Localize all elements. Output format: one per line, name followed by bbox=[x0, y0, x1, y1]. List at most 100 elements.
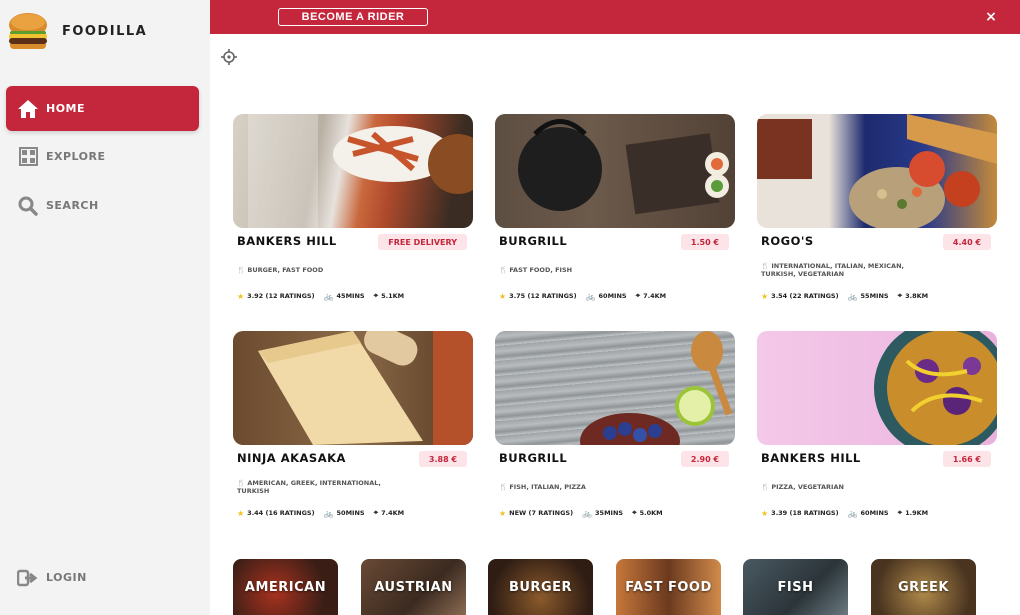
restaurant-card[interactable]: BURGRILL 1.50 € 🍴 FAST FOOD, FISH ★ 3.75 … bbox=[495, 114, 735, 301]
cuisine-tags: 🍴 BURGER, FAST FOOD bbox=[237, 266, 387, 274]
rating-text: 3.44 (16 RATINGS) bbox=[247, 509, 315, 517]
delivery-time: 45MINS bbox=[336, 292, 365, 300]
star-icon: ★ bbox=[499, 291, 507, 301]
card-meta: ★ 3.54 (22 RATINGS) 🚲 55MINS ⌖ 3.8KM bbox=[761, 291, 937, 301]
category-greek[interactable]: GREEK bbox=[871, 559, 976, 615]
sidebar-item-search[interactable]: SEARCH bbox=[6, 183, 199, 228]
brand-name: FOODILLA bbox=[62, 23, 148, 39]
top-banner: BECOME A RIDER × bbox=[210, 0, 1020, 34]
restaurant-name: ROGO'S bbox=[761, 234, 814, 248]
delivery-badge: 4.40 € bbox=[942, 234, 991, 250]
delivery-time: 60MINS bbox=[598, 292, 627, 300]
category-label: AUSTRIAN bbox=[374, 579, 453, 595]
burger-logo-icon bbox=[9, 13, 47, 50]
login-button[interactable]: LOGIN bbox=[6, 555, 199, 600]
sidebar-item-label: SEARCH bbox=[46, 199, 99, 212]
bike-icon: 🚲 bbox=[323, 291, 334, 301]
cuisine-tags-text: FISH, ITALIAN, PIZZA bbox=[509, 483, 586, 491]
distance-text: 5.1KM bbox=[381, 292, 405, 300]
delivery-badge: 1.50 € bbox=[680, 234, 729, 250]
restaurant-card[interactable]: NINJA AKASAKA 3.88 € 🍴 AMERICAN, GREEK, … bbox=[233, 331, 473, 518]
cuisine-tags-text: INTERNATIONAL, ITALIAN, MEXICAN, TURKISH… bbox=[761, 262, 904, 278]
rating-text: 3.54 (22 RATINGS) bbox=[771, 292, 839, 300]
card-meta: ★ 3.44 (16 RATINGS) 🚲 50MINS ⌖ 7.4KM bbox=[237, 508, 413, 518]
distance-icon: ⌖ bbox=[373, 291, 379, 300]
category-fish[interactable]: FISH bbox=[743, 559, 848, 615]
distance-text: 1.9KM bbox=[905, 509, 929, 517]
restaurant-photo bbox=[757, 114, 997, 228]
delivery-badge: FREE DELIVERY bbox=[378, 234, 467, 250]
delivery-time: 50MINS bbox=[336, 509, 365, 517]
star-icon: ★ bbox=[499, 508, 507, 518]
sidebar-item-label: HOME bbox=[46, 102, 86, 115]
bike-icon: 🚲 bbox=[847, 508, 858, 518]
cutlery-icon: 🍴 bbox=[761, 262, 770, 270]
grid-icon bbox=[16, 145, 40, 169]
cuisine-tags: 🍴 PIZZA, VEGETARIAN bbox=[761, 483, 911, 491]
rating-text: NEW (7 RATINGS) bbox=[509, 509, 574, 517]
brand-logo[interactable]: FOODILLA bbox=[6, 10, 147, 52]
app-root: FOODILLA HOME EXPLORE SEARCH LOGIN BECOM… bbox=[0, 0, 1020, 615]
category-label: FISH bbox=[777, 579, 814, 595]
sidebar-item-home[interactable]: HOME bbox=[6, 86, 199, 131]
card-meta: ★ NEW (7 RATINGS) 🚲 35MINS ⌖ 5.0KM bbox=[499, 508, 672, 518]
rating-text: 3.75 (12 RATINGS) bbox=[509, 292, 577, 300]
restaurant-name: NINJA AKASAKA bbox=[237, 451, 346, 465]
cuisine-tags: 🍴 FISH, ITALIAN, PIZZA bbox=[499, 483, 649, 491]
cutlery-icon: 🍴 bbox=[237, 266, 246, 274]
restaurant-card[interactable]: BURGRILL 2.90 € 🍴 FISH, ITALIAN, PIZZA ★… bbox=[495, 331, 735, 518]
restaurant-card[interactable]: BANKERS HILL FREE DELIVERY 🍴 BURGER, FAS… bbox=[233, 114, 473, 301]
category-label: FAST FOOD bbox=[625, 579, 712, 595]
bike-icon: 🚲 bbox=[582, 508, 593, 518]
crosshair-icon[interactable] bbox=[221, 49, 237, 65]
delivery-time: 35MINS bbox=[595, 509, 624, 517]
restaurant-photo bbox=[233, 114, 473, 228]
cutlery-icon: 🍴 bbox=[761, 483, 770, 491]
restaurant-card[interactable]: BANKERS HILL 1.66 € 🍴 PIZZA, VEGETARIAN … bbox=[757, 331, 997, 518]
distance-text: 7.4KM bbox=[381, 509, 405, 517]
sidebar: FOODILLA HOME EXPLORE SEARCH LOGIN bbox=[0, 0, 210, 615]
rating-text: 3.39 (18 RATINGS) bbox=[771, 509, 839, 517]
close-icon[interactable]: × bbox=[982, 8, 1000, 26]
restaurant-photo bbox=[495, 331, 735, 445]
bike-icon: 🚲 bbox=[847, 291, 858, 301]
distance-icon: ⌖ bbox=[897, 291, 903, 300]
become-rider-button[interactable]: BECOME A RIDER bbox=[278, 8, 428, 26]
category-fast-food[interactable]: FAST FOOD bbox=[616, 559, 721, 615]
distance-text: 3.8KM bbox=[905, 292, 929, 300]
cuisine-tags: 🍴 FAST FOOD, FISH bbox=[499, 266, 649, 274]
restaurant-card[interactable]: ROGO'S 4.40 € 🍴 INTERNATIONAL, ITALIAN, … bbox=[757, 114, 997, 301]
cutlery-icon: 🍴 bbox=[499, 266, 508, 274]
distance-icon: ⌖ bbox=[897, 508, 903, 517]
cuisine-tags-text: PIZZA, VEGETARIAN bbox=[771, 483, 844, 491]
category-burger[interactable]: BURGER bbox=[488, 559, 593, 615]
star-icon: ★ bbox=[237, 508, 245, 518]
login-label: LOGIN bbox=[46, 571, 87, 584]
card-meta: ★ 3.39 (18 RATINGS) 🚲 60MINS ⌖ 1.9KM bbox=[761, 508, 937, 518]
login-icon bbox=[16, 566, 40, 590]
delivery-time: 55MINS bbox=[860, 292, 889, 300]
card-meta: ★ 3.75 (12 RATINGS) 🚲 60MINS ⌖ 7.4KM bbox=[499, 291, 675, 301]
delivery-badge: 2.90 € bbox=[680, 451, 729, 467]
restaurant-photo bbox=[495, 114, 735, 228]
home-icon bbox=[16, 97, 40, 121]
restaurant-name: BURGRILL bbox=[499, 234, 568, 248]
distance-icon: ⌖ bbox=[632, 508, 637, 517]
cuisine-tags: 🍴 INTERNATIONAL, ITALIAN, MEXICAN, TURKI… bbox=[761, 262, 911, 278]
card-meta: ★ 3.92 (12 RATINGS) 🚲 45MINS ⌖ 5.1KM bbox=[237, 291, 413, 301]
category-label: AMERICAN bbox=[244, 579, 327, 595]
cuisine-tags-text: BURGER, FAST FOOD bbox=[247, 266, 324, 274]
bike-icon: 🚲 bbox=[585, 291, 596, 301]
distance-icon: ⌖ bbox=[635, 291, 641, 300]
cuisine-tags-text: AMERICAN, GREEK, INTERNATIONAL, TURKISH bbox=[237, 479, 381, 495]
category-american[interactable]: AMERICAN bbox=[233, 559, 338, 615]
cuisine-tags: 🍴 AMERICAN, GREEK, INTERNATIONAL, TURKIS… bbox=[237, 479, 387, 495]
category-label: BURGER bbox=[508, 579, 573, 595]
delivery-time: 60MINS bbox=[860, 509, 889, 517]
restaurant-photo bbox=[757, 331, 997, 445]
bike-icon: 🚲 bbox=[323, 508, 334, 518]
category-label: GREEK bbox=[897, 579, 949, 595]
sidebar-item-explore[interactable]: EXPLORE bbox=[6, 134, 199, 179]
category-austrian[interactable]: AUSTRIAN bbox=[361, 559, 466, 615]
distance-icon: ⌖ bbox=[373, 508, 379, 517]
